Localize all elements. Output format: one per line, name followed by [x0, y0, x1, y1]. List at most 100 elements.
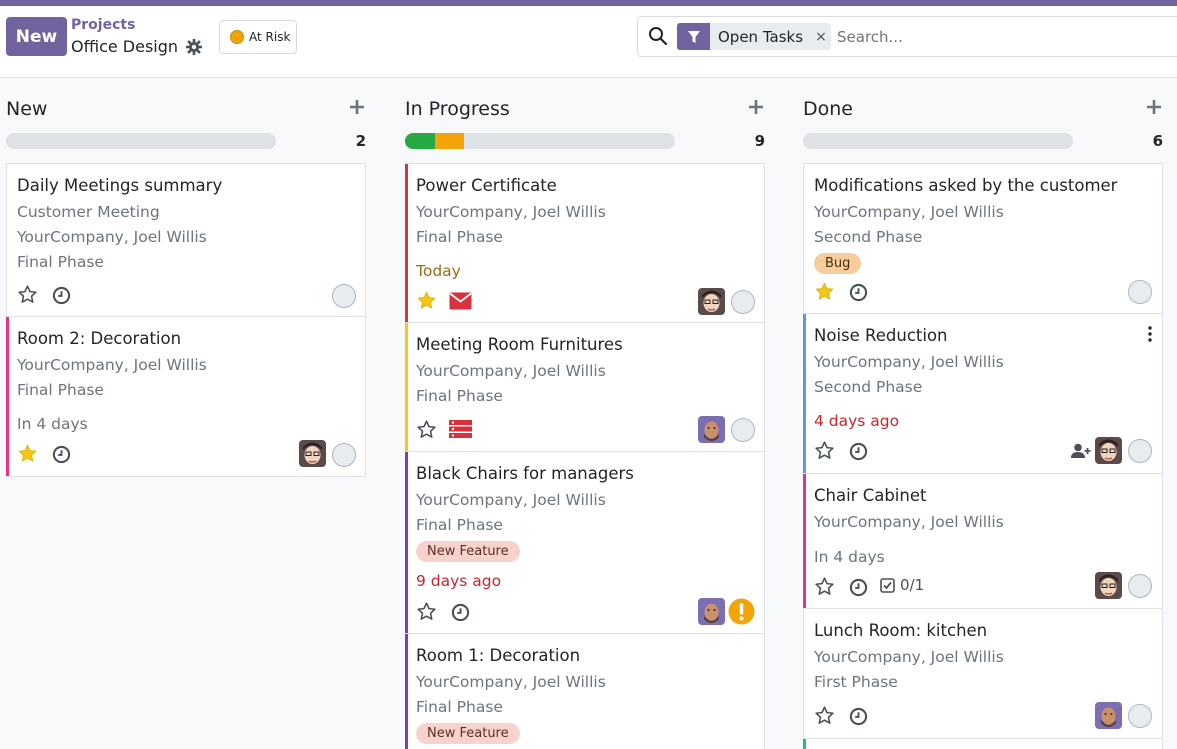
star-outline-icon[interactable]: [416, 419, 437, 440]
new-button[interactable]: New: [6, 17, 67, 56]
card-milestone: Second Phase: [814, 378, 923, 396]
kanban-card[interactable]: Black Chairs for managers YourCompany, J…: [405, 452, 765, 634]
tag-badge[interactable]: New Feature: [416, 541, 520, 562]
avatar[interactable]: [1095, 437, 1122, 464]
facet-remove-icon[interactable]: ×: [811, 23, 831, 50]
card-title: Room 2: Decoration: [17, 329, 182, 348]
avatar[interactable]: [698, 288, 725, 315]
card-milestone: Final Phase: [416, 698, 503, 716]
progress-segment[interactable]: [434, 133, 465, 149]
star-filled-icon[interactable]: [17, 443, 38, 464]
state-indicator[interactable]: [731, 290, 755, 314]
card-milestone: Second Phase: [814, 228, 923, 246]
card-title: Power Certificate: [416, 176, 557, 195]
avatar[interactable]: [698, 598, 725, 625]
card-title: Daily Meetings summary: [17, 176, 223, 195]
search-facet: Open Tasks ×: [677, 23, 832, 50]
column-progress-bar[interactable]: [6, 133, 276, 149]
card-title: Meeting Room Furnitures: [416, 335, 623, 354]
avatar[interactable]: [1095, 702, 1122, 729]
subtask-counter[interactable]: 0/1: [880, 576, 924, 594]
tag-badge[interactable]: New Feature: [416, 723, 520, 744]
card-deadline: Today: [416, 262, 461, 280]
control-panel: New Projects Office Design At Risk Open …: [0, 6, 1177, 78]
state-indicator[interactable]: [1128, 704, 1152, 728]
state-indicator[interactable]: [332, 284, 356, 308]
color-stripe: [405, 323, 408, 451]
column-progress-bar[interactable]: [405, 133, 675, 149]
card-company: YourCompany, Joel Willis: [814, 513, 1004, 531]
card-deadline: In 4 days: [17, 415, 88, 433]
column-title: New: [6, 98, 48, 120]
plus-icon[interactable]: [1145, 98, 1163, 116]
clock-icon[interactable]: [52, 445, 71, 464]
clock-icon[interactable]: [849, 707, 868, 726]
tag-badge[interactable]: Bug: [814, 253, 862, 274]
card-title: Modifications asked by the customer: [814, 176, 1118, 195]
state-indicator[interactable]: [332, 443, 356, 467]
card-company: YourCompany, Joel Willis: [814, 648, 1004, 666]
column-count: 6: [1152, 132, 1163, 150]
card-company: YourCompany, Joel Willis: [17, 356, 207, 374]
star-outline-icon[interactable]: [814, 576, 835, 597]
clock-icon[interactable]: [849, 578, 868, 597]
kanban-card[interactable]: Daily Meetings summary Customer Meeting …: [6, 163, 366, 317]
card-company: YourCompany, Joel Willis: [416, 203, 606, 221]
plus-icon[interactable]: [348, 98, 366, 116]
avatar[interactable]: [299, 440, 326, 467]
search-bar[interactable]: Open Tasks ×: [637, 16, 1177, 57]
activity-list-icon[interactable]: [449, 420, 472, 438]
kanban-card[interactable]: [803, 739, 1163, 749]
column-count: 9: [754, 132, 765, 150]
plus-icon[interactable]: [747, 98, 765, 116]
search-icon[interactable]: [648, 26, 668, 46]
state-indicator[interactable]: [1128, 280, 1152, 304]
card-customer: Customer Meeting: [17, 203, 160, 221]
card-deadline: In 4 days: [814, 548, 885, 566]
status-dot-icon: [230, 30, 244, 44]
card-company: YourCompany, Joel Willis: [814, 203, 1004, 221]
column-count: 2: [355, 132, 366, 150]
column-in-progress: In Progress 9 Power Certificate YourComp…: [405, 78, 765, 749]
clock-icon[interactable]: [849, 442, 868, 461]
progress-segment[interactable]: [405, 133, 435, 149]
state-indicator[interactable]: [731, 418, 755, 442]
column-done: Done 6 Modifications asked by the custom…: [803, 78, 1163, 749]
card-milestone: Final Phase: [416, 228, 503, 246]
kanban-card[interactable]: Chair Cabinet YourCompany, Joel Willis I…: [803, 474, 1163, 609]
star-outline-icon[interactable]: [416, 601, 437, 622]
card-milestone: Final Phase: [17, 381, 104, 399]
search-input[interactable]: [837, 25, 1137, 49]
add-follower-icon[interactable]: [1071, 443, 1091, 459]
color-stripe: [405, 164, 408, 322]
star-filled-icon[interactable]: [814, 281, 835, 302]
kanban-card[interactable]: Modifications asked by the customer Your…: [803, 163, 1163, 314]
column-cards: Daily Meetings summary Customer Meeting …: [6, 163, 366, 477]
breadcrumb-projects-link[interactable]: Projects: [71, 17, 135, 33]
clock-icon[interactable]: [849, 283, 868, 302]
clock-icon[interactable]: [52, 286, 71, 305]
project-status-button[interactable]: At Risk: [219, 20, 297, 54]
column-progress-bar[interactable]: [803, 133, 1073, 149]
clock-icon[interactable]: [451, 603, 470, 622]
envelope-icon[interactable]: [449, 292, 472, 310]
avatar[interactable]: [698, 416, 725, 443]
card-title: Black Chairs for managers: [416, 464, 634, 483]
star-filled-icon[interactable]: [416, 290, 437, 311]
kanban-card[interactable]: Meeting Room Furnitures YourCompany, Joe…: [405, 323, 765, 452]
kanban-card[interactable]: Room 1: Decoration YourCompany, Joel Wil…: [405, 634, 765, 749]
star-outline-icon[interactable]: [17, 284, 38, 305]
kanban-card[interactable]: Room 2: Decoration YourCompany, Joel Wil…: [6, 317, 366, 477]
star-outline-icon[interactable]: [814, 440, 835, 461]
warning-exclamation-icon[interactable]: [728, 598, 755, 625]
star-outline-icon[interactable]: [814, 705, 835, 726]
gear-icon[interactable]: [186, 38, 203, 55]
kanban-card[interactable]: Power Certificate YourCompany, Joel Will…: [405, 163, 765, 323]
state-indicator[interactable]: [1128, 439, 1152, 463]
kanban-card[interactable]: Noise Reduction YourCompany, Joel Willis…: [803, 314, 1163, 474]
kanban-card[interactable]: Lunch Room: kitchen YourCompany, Joel Wi…: [803, 609, 1163, 739]
color-stripe: [803, 314, 806, 473]
avatar[interactable]: [1095, 572, 1122, 599]
kebab-menu-icon[interactable]: [1148, 326, 1152, 342]
state-indicator[interactable]: [1128, 574, 1152, 598]
